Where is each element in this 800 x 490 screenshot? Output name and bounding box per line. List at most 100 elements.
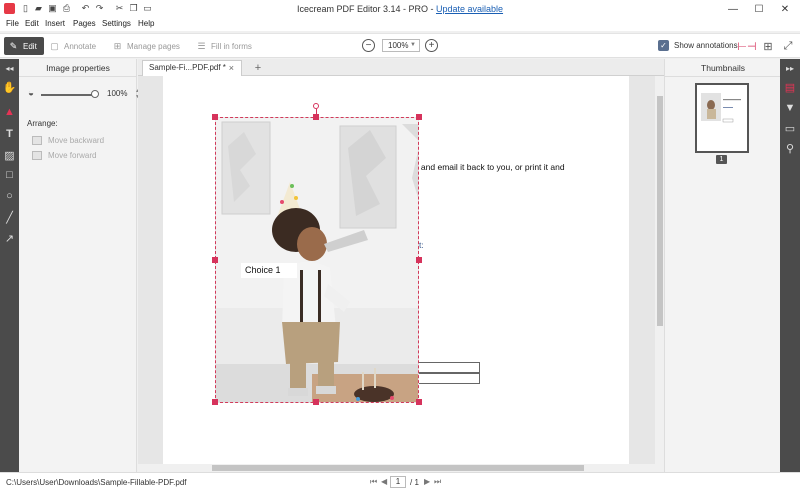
horizontal-scrollbar-thumb[interactable]	[212, 465, 584, 471]
hand-tool-icon[interactable]: ✋	[0, 78, 19, 96]
rotate-handle[interactable]	[313, 103, 319, 109]
thumbnail-preview	[697, 85, 747, 151]
menu-help[interactable]: Help	[138, 19, 154, 28]
resize-handle-tl[interactable]	[212, 114, 218, 120]
panel-title: Image properties	[46, 63, 110, 73]
resize-handle-b[interactable]	[313, 399, 319, 405]
edit-mode-button[interactable]: ✎ Edit	[4, 37, 44, 55]
edit-mode-label: Edit	[23, 41, 37, 51]
zoom-in-button[interactable]: +	[425, 39, 438, 52]
pencil-icon: ✎	[9, 40, 18, 51]
first-page-icon[interactable]: ⏮	[370, 477, 377, 487]
status-bar: C:\Users\User\Downloads\Sample-Fillable-…	[0, 472, 800, 490]
manage-pages-button[interactable]: ⊞ Manage pages	[112, 37, 180, 55]
file-path-label: C:\Users\User\Downloads\Sample-Fillable-…	[6, 478, 187, 487]
image-properties-panel: Image properties ◒ 100% ▲▼ Arrange: Move…	[19, 59, 140, 472]
pdf-text-line: save it and email it back to you, or pri…	[394, 162, 565, 172]
thumbnail-page-number: 1	[716, 155, 727, 164]
search-icon[interactable]: ⚲	[780, 139, 800, 157]
resize-handle-bl[interactable]	[212, 399, 218, 405]
thumbnails-icon[interactable]: ▤	[780, 78, 800, 96]
divider	[665, 76, 781, 77]
annotate-mode-button[interactable]: ▢ Annotate	[49, 37, 96, 55]
vertical-scrollbar-thumb[interactable]	[657, 96, 663, 326]
resize-handle-br[interactable]	[416, 399, 422, 405]
zoom-value: 100%	[388, 41, 409, 50]
thumbnails-title: Thumbnails	[701, 63, 745, 73]
resize-handle-l[interactable]	[212, 257, 218, 263]
move-backward-label: Move backward	[48, 136, 105, 145]
page-number-input[interactable]: 1	[390, 476, 406, 488]
opacity-slider[interactable]	[41, 94, 95, 96]
page-thumbnail[interactable]	[695, 83, 749, 153]
menu-pages[interactable]: Pages	[73, 19, 96, 28]
pdf-page[interactable]: save it and email it back to you, or pri…	[163, 76, 629, 464]
menu-file[interactable]: File	[6, 19, 19, 28]
move-forward-button[interactable]: Move forward	[32, 151, 96, 160]
move-backward-button[interactable]: Move backward	[32, 136, 104, 145]
document-tab-bar: Sample-Fi...PDF.pdf * × +	[138, 59, 664, 76]
opacity-icon: ◒	[28, 88, 35, 99]
zoom-out-button[interactable]: −	[362, 39, 375, 52]
page-total-label: / 1	[410, 478, 419, 487]
show-annotations-label: Show annotations	[674, 41, 738, 50]
collapse-left-icon[interactable]: ◂◂	[0, 59, 19, 77]
opacity-slider-handle[interactable]	[91, 90, 99, 98]
main-toolbar: ✎ Edit ▢ Annotate ⊞ Manage pages ☰ Fill …	[0, 33, 800, 58]
resize-handle-r[interactable]	[416, 257, 422, 263]
vertical-scrollbar[interactable]	[655, 76, 664, 464]
title-label: Icecream PDF Editor 3.14 - PRO -	[296, 4, 436, 14]
document-tab[interactable]: Sample-Fi...PDF.pdf * ×	[142, 60, 242, 76]
fit-page-icon[interactable]: ⊞	[761, 39, 775, 53]
previous-page-icon[interactable]: ◀	[381, 477, 387, 486]
document-viewport[interactable]: save it and email it back to you, or pri…	[138, 76, 664, 464]
menu-edit[interactable]: Edit	[25, 19, 39, 28]
close-tab-icon[interactable]: ×	[229, 61, 234, 75]
form-icon: ☰	[197, 40, 206, 51]
maximize-icon[interactable]: ☐	[748, 0, 770, 18]
menu-bar: File Edit Insert Pages Settings Help	[0, 18, 800, 31]
rectangle-tool-icon[interactable]: □	[0, 166, 19, 184]
minimize-icon[interactable]: —	[722, 0, 744, 18]
move-forward-label: Move forward	[48, 151, 97, 160]
menu-insert[interactable]: Insert	[45, 19, 65, 28]
divider	[19, 76, 137, 77]
bookmark-icon[interactable]: ▼	[780, 99, 800, 117]
zoom-dropdown[interactable]: 100% ▼	[382, 39, 420, 52]
move-forward-icon	[32, 151, 42, 160]
move-backward-icon	[32, 136, 42, 145]
arrange-label: Arrange:	[27, 119, 58, 128]
window-title: Icecream PDF Editor 3.14 - PRO - Update …	[0, 4, 800, 14]
comment-icon: ▢	[50, 40, 59, 51]
fit-width-icon[interactable]: ⊢⊣	[737, 39, 756, 53]
selected-image[interactable]	[215, 117, 419, 403]
update-available-link[interactable]: Update available	[436, 4, 503, 14]
horizontal-scrollbar[interactable]	[138, 464, 664, 472]
annotate-mode-label: Annotate	[64, 41, 97, 51]
pages-icon: ⊞	[113, 40, 122, 51]
title-bar: ▯ ▰ ▣ ⎙ ↶ ↷ ✂ ❐ ▭ Icecream PDF Editor 3.…	[0, 0, 800, 18]
right-tool-rail: ▸▸ ▤ ▼ ▭ ⚲	[780, 59, 800, 472]
choice-field[interactable]: Choice 1	[241, 263, 297, 278]
comments-icon[interactable]: ▭	[780, 119, 800, 137]
new-tab-button[interactable]: +	[250, 60, 266, 75]
arrow-tool-icon[interactable]: ↗	[0, 229, 19, 247]
last-page-icon[interactable]: ⏭	[434, 477, 441, 487]
next-page-icon[interactable]: ▶	[424, 477, 430, 486]
thumbnails-panel: Thumbnails 1	[664, 59, 781, 472]
resize-handle-tr[interactable]	[416, 114, 422, 120]
collapse-right-icon[interactable]: ▸▸	[780, 59, 800, 77]
text-tool-icon[interactable]: T	[0, 125, 19, 143]
line-tool-icon[interactable]: ╱	[0, 208, 19, 226]
menu-settings[interactable]: Settings	[102, 19, 131, 28]
resize-handle-t[interactable]	[313, 114, 319, 120]
select-tool-icon[interactable]: ▲	[0, 103, 19, 121]
fullscreen-icon[interactable]: ⤢	[781, 39, 795, 53]
fill-forms-button[interactable]: ☰ Fill in forms	[196, 37, 251, 55]
image-tool-icon[interactable]: ▨	[0, 146, 19, 164]
manage-pages-label: Manage pages	[127, 41, 180, 51]
show-annotations-checkbox[interactable]: ✓	[658, 40, 669, 51]
ellipse-tool-icon[interactable]: ○	[0, 187, 19, 205]
close-icon[interactable]: ✕	[774, 0, 796, 18]
birthday-photo	[216, 118, 418, 402]
